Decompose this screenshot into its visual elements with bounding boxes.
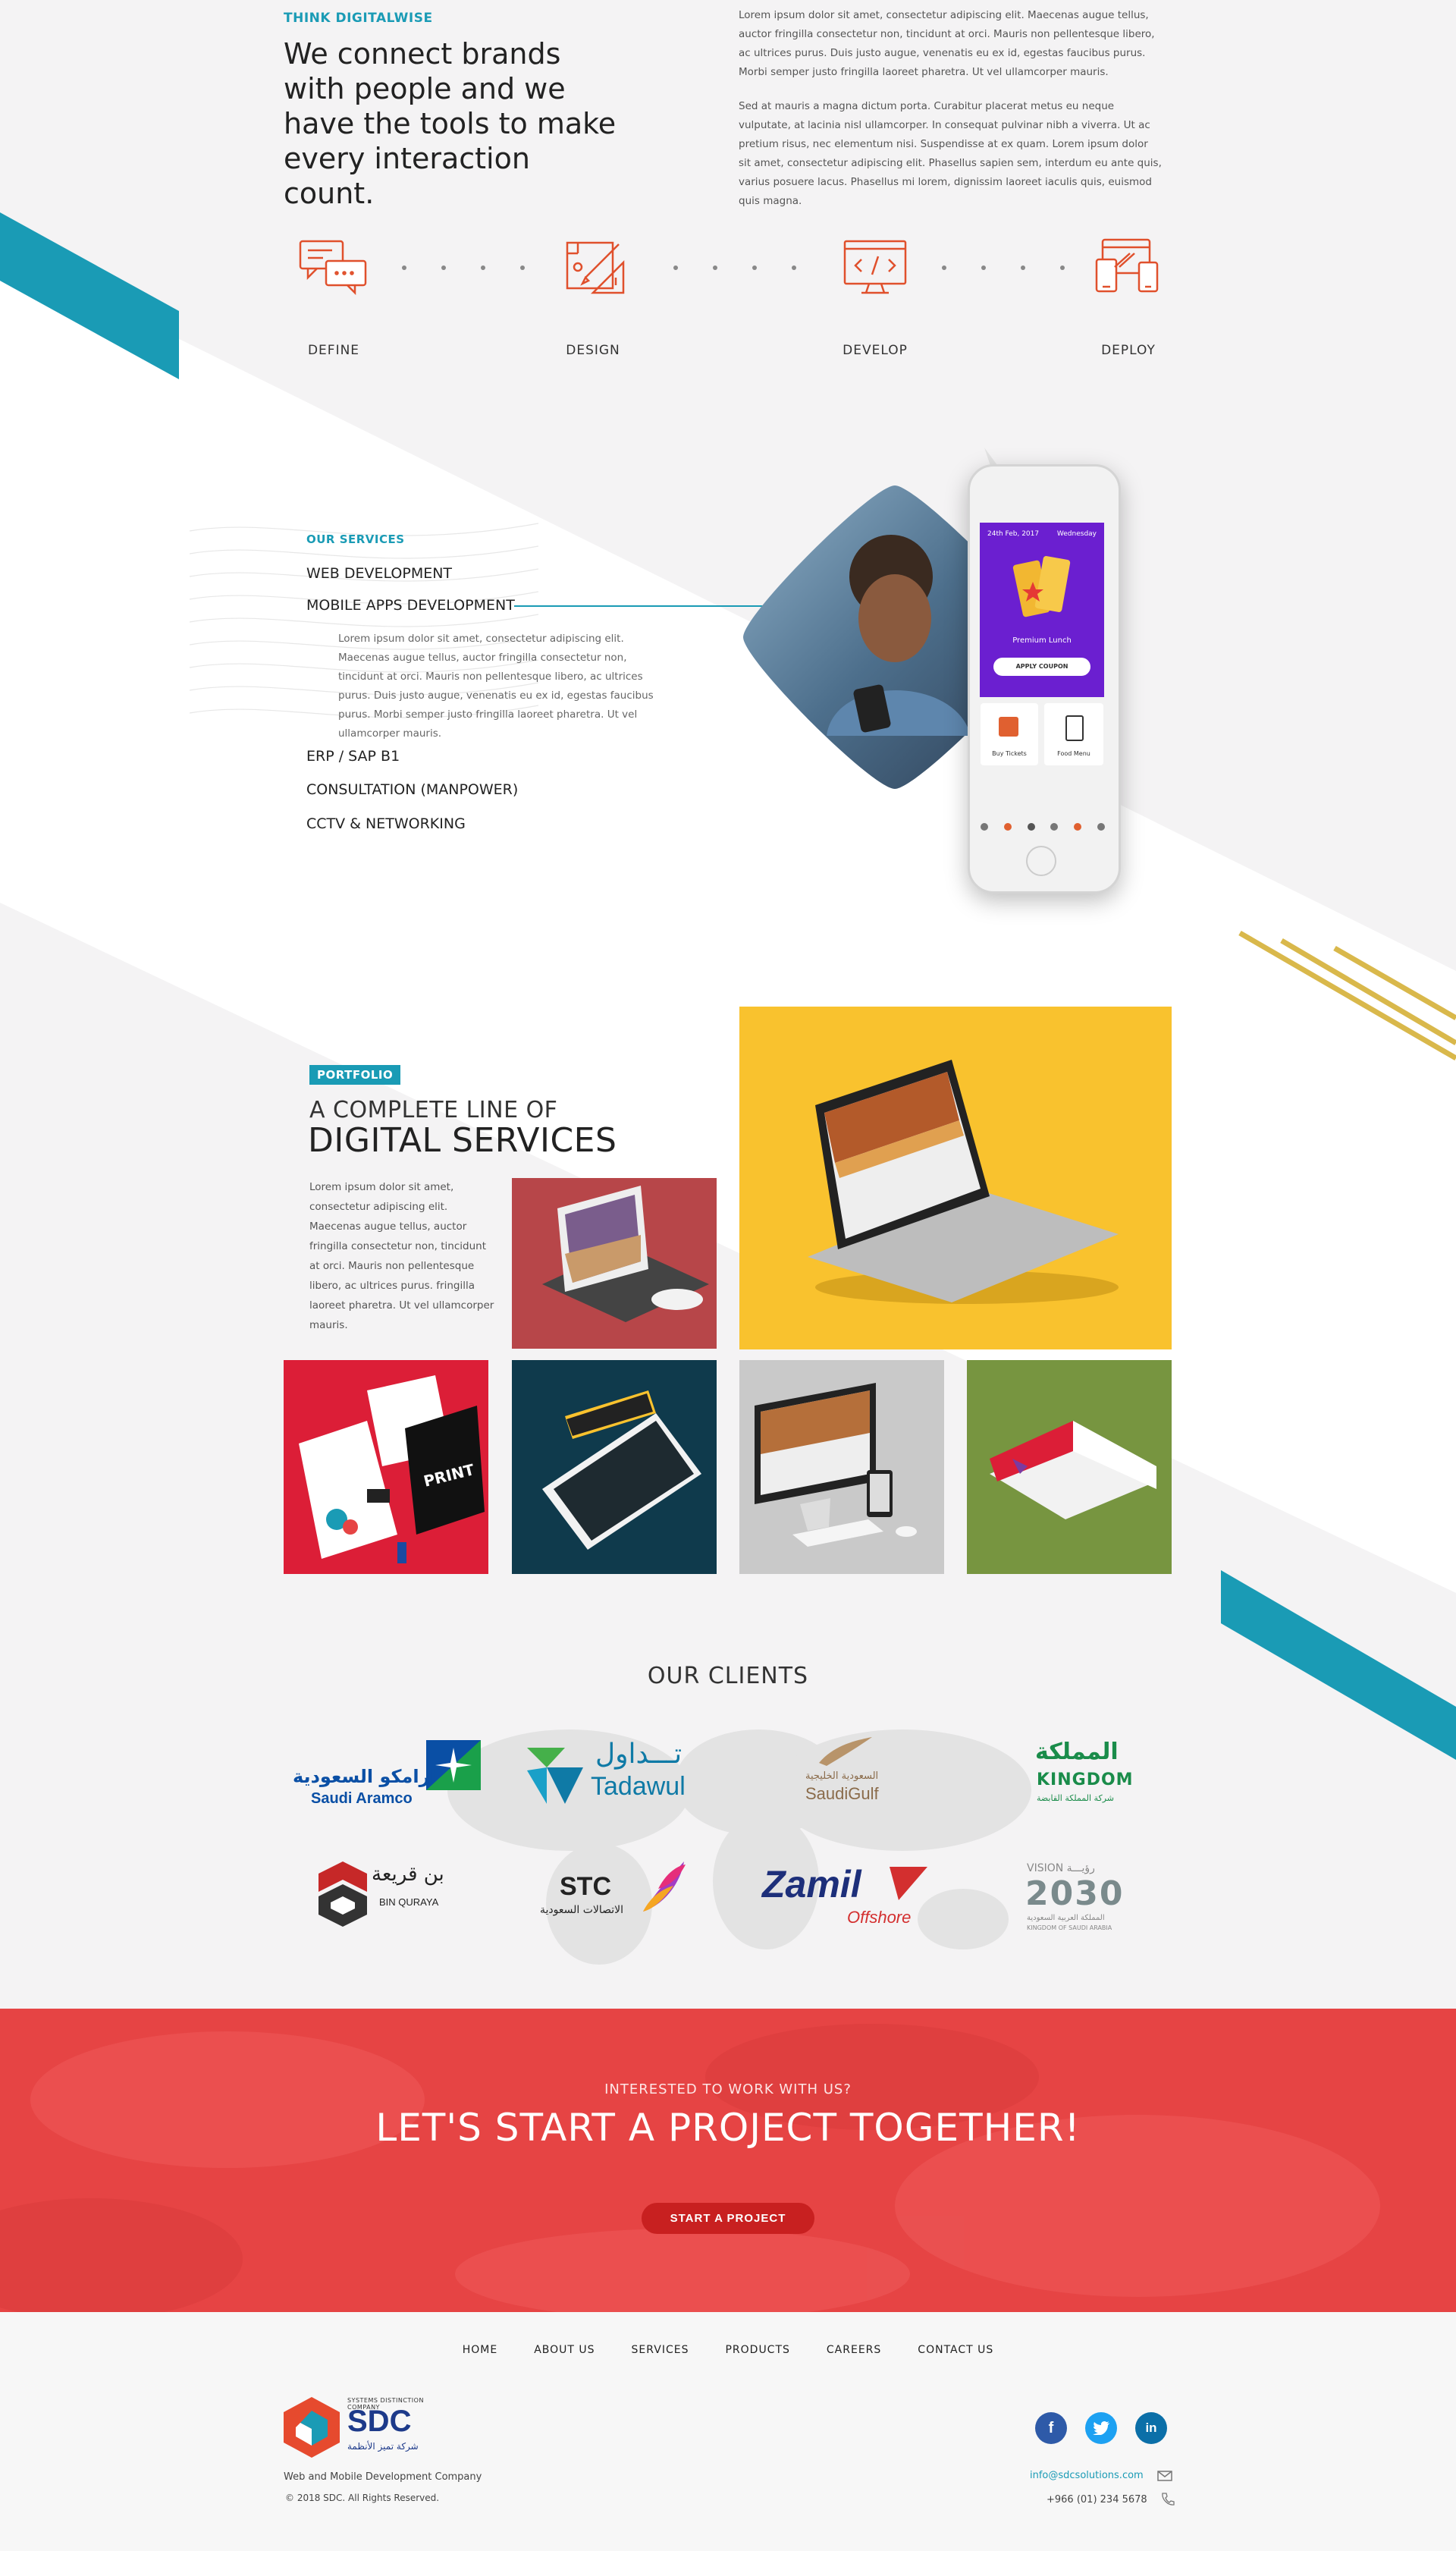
- process-dots-3: [942, 265, 1065, 270]
- tablet-image: [542, 1186, 709, 1322]
- footer-nav-services[interactable]: SERVICES: [632, 2344, 689, 2356]
- portfolio-tile-stationery[interactable]: PRINT: [284, 1360, 488, 1574]
- intro-paragraph-1: Lorem ipsum dolor sit amet, consectetur …: [739, 9, 1155, 78]
- footer-nav: HOME ABOUT US SERVICES PRODUCTS CAREERS …: [0, 2344, 1456, 2356]
- devices-icon: [1092, 237, 1165, 300]
- portfolio-description: Lorem ipsum dolor sit amet, consectetur …: [309, 1181, 494, 1331]
- cta-kicker: INTERESTED TO WORK WITH US?: [604, 2081, 852, 2097]
- cta-title: LET'S START A PROJECT TOGETHER!: [375, 2106, 1081, 2150]
- phone-tabbar: [981, 823, 1105, 831]
- portfolio-tile-tablet[interactable]: [512, 1178, 717, 1349]
- step-label-deploy: DEPLOY: [1101, 343, 1156, 358]
- phone-screen-promo: 24th Feb, 2017 Wednesday Premium Lunch A…: [980, 523, 1104, 697]
- client-logo-zamil-offshore: Zamil Offshore: [762, 1862, 929, 1931]
- service-web-development[interactable]: WEB DEVELOPMENT: [306, 565, 452, 582]
- footer-nav-contact[interactable]: CONTACT US: [918, 2344, 993, 2356]
- portfolio-tile-laptop[interactable]: [739, 1007, 1172, 1349]
- saudigulf-bird-icon: [819, 1737, 872, 1766]
- clients-title: OUR CLIENTS: [647, 1663, 809, 1689]
- service-consultation[interactable]: CONSULTATION (MANPOWER): [306, 781, 518, 798]
- client-logo-stc: STC الاتصالات السعودية: [540, 1858, 692, 1927]
- phone-day: Wednesday: [1056, 530, 1097, 538]
- footer-tagline: Web and Mobile Development Company: [284, 2471, 482, 2483]
- phone-date: 24th Feb, 2017: [987, 530, 1040, 538]
- social-links: f in: [1035, 2412, 1167, 2444]
- phone-home-button: [1026, 846, 1056, 876]
- client-logo-bin-quraya: بن قريعة BIN QURAYA: [318, 1858, 455, 1934]
- footer-email[interactable]: info@sdcsolutions.com: [1030, 2470, 1144, 2481]
- design-tools-icon: [563, 237, 635, 300]
- portfolio-tile-desktop[interactable]: [739, 1360, 944, 1574]
- process-dots-1: [402, 265, 525, 270]
- service-mobile-apps[interactable]: MOBILE APPS DEVELOPMENT: [306, 597, 515, 614]
- code-monitor-icon: [839, 237, 912, 300]
- step-label-define: DEFINE: [307, 343, 360, 358]
- portfolio-title-line2: DIGITAL SERVICES: [308, 1121, 617, 1160]
- intro-eyebrow: THINK DIGITALWISE: [284, 11, 433, 26]
- cta-background-texture: [0, 2024, 1380, 2312]
- client-logo-tadawul: تـــداول Tadawul: [527, 1737, 709, 1805]
- footer-nav-careers[interactable]: CAREERS: [827, 2344, 881, 2356]
- footer-phone[interactable]: +966 (01) 234 5678: [1046, 2494, 1147, 2505]
- step-label-design: DESIGN: [566, 343, 620, 358]
- portfolio-tile-phone[interactable]: [512, 1360, 717, 1574]
- service-erp[interactable]: ERP / SAP B1: [306, 748, 400, 765]
- portfolio-tile-brochure[interactable]: [967, 1360, 1172, 1574]
- phone-image: [542, 1390, 701, 1550]
- phone-card-tickets: Buy Tickets: [981, 703, 1038, 765]
- cta-section: INTERESTED TO WORK WITH US? LET'S START …: [0, 2009, 1456, 2312]
- mail-icon: [1156, 2470, 1172, 2481]
- client-logo-saudigulf: السعودية الخليجية SaudiGulf: [789, 1737, 895, 1813]
- phone-icon: [1162, 2493, 1175, 2505]
- footer-nav-about[interactable]: ABOUT US: [534, 2344, 595, 2356]
- phone-mockup: 24th Feb, 2017 Wednesday Premium Lunch A…: [968, 464, 1121, 894]
- step-label-develop: DEVELOP: [843, 343, 908, 358]
- footer-nav-products[interactable]: PRODUCTS: [725, 2344, 789, 2356]
- services-eyebrow: OUR SERVICES: [306, 533, 405, 546]
- client-logo-vision-2030: VISION رؤيـــة 2030 المملكة العربية السع…: [1025, 1862, 1125, 1931]
- service-cctv[interactable]: CCTV & NETWORKING: [306, 815, 466, 832]
- desktop-image: [755, 1383, 917, 1547]
- start-project-button[interactable]: START A PROJECT: [641, 2203, 815, 2234]
- tadawul-mark-icon: [527, 1748, 583, 1804]
- client-logo-kingdom: المملكة KINGDOM شركة المملكة القابضة: [1035, 1739, 1134, 1803]
- sdc-hexagon-icon: [284, 2397, 340, 2458]
- zamil-flag-icon: [890, 1867, 927, 1900]
- phone-card-food: Food Menu: [1044, 703, 1103, 765]
- footer-nav-home[interactable]: HOME: [463, 2344, 497, 2356]
- stc-swoosh-icon: [643, 1861, 686, 1912]
- intro-headline: We connect brands with people and we hav…: [284, 37, 617, 210]
- portfolio-badge: PORTFOLIO: [309, 1065, 401, 1085]
- world-map-dots: [447, 1729, 1031, 1965]
- portfolio-title-line1: A COMPLETE LINE OF: [309, 1097, 558, 1123]
- service-description: Lorem ipsum dolor sit amet, consectetur …: [338, 633, 654, 740]
- twitter-icon[interactable]: [1085, 2412, 1117, 2444]
- process-dots-2: [673, 265, 796, 270]
- ticket-icon: [1012, 556, 1071, 617]
- footer-copyright: © 2018 SDC. All Rights Reserved.: [285, 2493, 440, 2503]
- intro-paragraph-2: Sed at mauris a magna dictum porta. Cura…: [739, 100, 1162, 207]
- phone-promo-label: Premium Lunch: [1012, 636, 1072, 645]
- bin-quraya-mark-icon: [318, 1861, 367, 1927]
- chat-bubbles-icon: [297, 237, 370, 300]
- laptop-image: [808, 1060, 1119, 1304]
- sdc-logo[interactable]: SYSTEMS DISTINCTION COMPANY SDC شركة تمي…: [284, 2397, 450, 2461]
- phone-apply-coupon: APPLY COUPON: [993, 658, 1090, 676]
- footer: HOME ABOUT US SERVICES PRODUCTS CAREERS …: [0, 2312, 1456, 2551]
- client-logo-saudi-aramco: ارامكو السعودية Saudi Aramco: [288, 1737, 485, 1813]
- brochure-image: [990, 1421, 1156, 1519]
- linkedin-icon[interactable]: in: [1135, 2412, 1167, 2444]
- facebook-icon[interactable]: f: [1035, 2412, 1067, 2444]
